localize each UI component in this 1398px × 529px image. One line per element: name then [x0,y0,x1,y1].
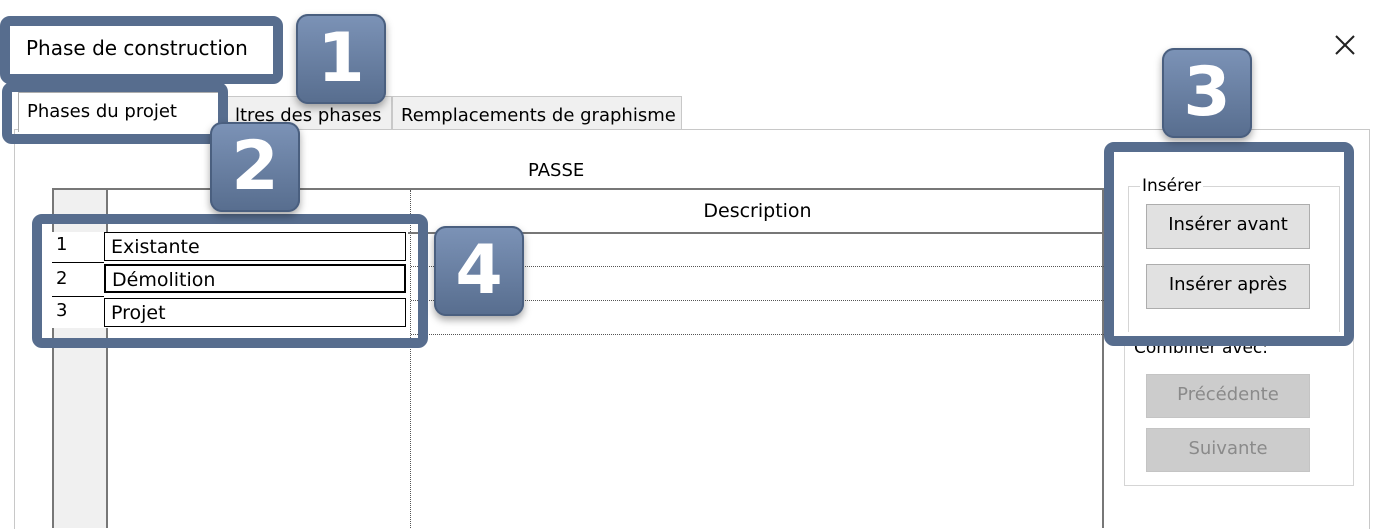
callout-1-frame [0,16,283,84]
callout-badge-1: 1 [296,14,386,104]
callout-badge-4: 4 [434,226,524,316]
callout-4-frame [32,214,428,348]
callout-3-frame [1104,142,1354,346]
tab-label: Remplacements de graphisme [401,105,676,126]
section-label: PASSE [528,160,585,181]
column-header-description: Description [703,200,812,222]
combine-previous-button[interactable]: Précédente [1146,374,1310,418]
combine-next-button[interactable]: Suivante [1146,428,1310,472]
close-icon[interactable] [1330,30,1360,60]
callout-2-frame [2,82,228,144]
tab-remplacements-de-graphisme[interactable]: Remplacements de graphisme [392,96,682,129]
callout-badge-2: 2 [210,122,300,212]
row-divider [411,334,1104,335]
callout-badge-3: 3 [1162,48,1252,138]
